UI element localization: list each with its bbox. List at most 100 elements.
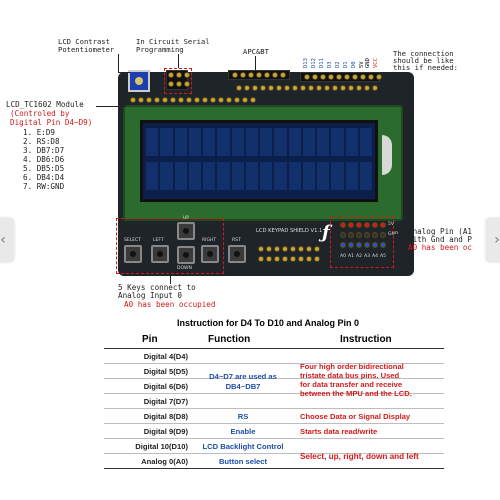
lcd-pin-1: 1. E:D9	[23, 128, 56, 137]
lcd-pin-5: 5. DB5:D5	[23, 164, 65, 173]
connection-note-line3: this if needed:	[393, 63, 458, 72]
top-pin-d1: D1	[343, 61, 349, 68]
lcd-pin-7: 7. RW:GND	[23, 182, 65, 191]
top-pin-vcc: VCC	[373, 58, 379, 68]
pin-d4: Digital 4(D4)	[143, 352, 188, 361]
chevron-right-icon: ›	[494, 232, 500, 248]
top-pin-d0: D0	[351, 61, 357, 68]
top-right-pins	[304, 74, 382, 80]
left-key-label: LEFT	[153, 238, 164, 243]
header-underline	[104, 348, 444, 349]
instruction-enable: Starts data read/write	[300, 427, 378, 436]
contrast-pointer-arrow	[118, 72, 130, 73]
chevron-left-icon: ‹	[0, 232, 6, 248]
icsp-label-line2: Programming	[136, 45, 184, 54]
df-logo: ƒ	[322, 222, 330, 243]
table-bottom-rule	[104, 468, 444, 469]
top-pin-d2: D2	[335, 61, 341, 68]
right-key-label: RIGHT	[202, 238, 217, 243]
pin-d6: Digital 6(D6)	[143, 382, 188, 391]
function-enable: Enable	[230, 427, 256, 436]
reset-key-label: RST	[232, 238, 241, 243]
pin-d5: Digital 5(D5)	[143, 367, 188, 376]
analog-signal-pins	[340, 242, 386, 248]
select-key-label: SELECT	[124, 238, 141, 243]
shield-label: LCD KEYPAD SHIELD V1.1	[256, 228, 323, 234]
lcd-pin-2: 2. RS:D8	[23, 137, 60, 146]
top-pin-gnd: GND	[365, 58, 371, 68]
pin-d8: Digital 8(D8)	[143, 412, 188, 421]
row-divider	[104, 438, 444, 439]
analog-pin-labels: A0 A1 A2 A3 A4 A5	[340, 254, 386, 259]
header-instruction: Instruction	[340, 334, 392, 345]
lcd-bezel-tab	[382, 135, 392, 175]
lcd-controlled-line1: (Controled by	[10, 109, 70, 118]
apc-bt-label: APC&BT	[243, 47, 269, 56]
instruction-bus-line4: between the MPU and the LCD.	[300, 389, 412, 398]
lcd-pin-4: 4. DB6:D6	[23, 155, 65, 164]
function-backlight: LCD Backlight Control	[202, 442, 284, 451]
contrast-pointer-line	[118, 54, 119, 72]
bottom-header-row1	[258, 246, 320, 252]
lcd-pin-header	[130, 97, 256, 103]
instruction-bus-line2: tristate data bus pins. Used	[300, 371, 400, 380]
instruction-bus-line3: for data transfer and receive	[300, 380, 403, 389]
contrast-label-line2: Potentiometer	[58, 45, 115, 54]
bottom-header-row2	[258, 256, 320, 262]
analog-vcc-label: 5V	[388, 222, 394, 227]
analog-pointer-line	[394, 234, 406, 235]
lcd-row-1	[146, 128, 372, 156]
keys-note-line2: Analog Input 0	[118, 291, 183, 300]
function-d4-d7-line1: D4~D7 are used as	[209, 372, 277, 381]
up-key	[177, 222, 195, 240]
digital-pin-header	[236, 85, 378, 91]
row-divider	[104, 423, 444, 424]
instruction-bus-line1: Four high order bidirectional	[300, 362, 404, 371]
analog-label-a5: A5	[380, 254, 386, 259]
analog-label-a4: A4	[372, 254, 378, 259]
top-pin-d11: D11	[319, 58, 325, 68]
up-key-label: UP	[183, 216, 190, 221]
lcd-pin-3: 3. DB7:D7	[23, 146, 65, 155]
lcd-row-2	[146, 162, 372, 190]
header-function: Function	[208, 334, 251, 345]
lcd-module-title: LCD_TC1602 Module	[6, 100, 84, 109]
header-pin: Pin	[142, 334, 158, 345]
reset-key	[228, 245, 246, 263]
lcd-module-pointer-line	[96, 106, 126, 107]
function-rs: RS	[237, 412, 249, 421]
right-key	[201, 245, 219, 263]
analog-label-a2: A2	[356, 254, 362, 259]
icsp-pointer-line	[178, 54, 179, 68]
lcd-pin-6: 6. DB4:D4	[23, 173, 65, 182]
instruction-rs: Choose Data or Signal Display	[300, 412, 411, 421]
select-key	[124, 245, 142, 263]
table-title: Instruction for D4 To D10 and Analog Pin…	[176, 318, 359, 328]
instruction-button: Select, up, right, down and left	[300, 452, 419, 461]
pin-a0: Analog 0(A0)	[141, 457, 188, 466]
analog-gnd-pins	[340, 232, 386, 238]
apc-bt-pointer-line	[255, 56, 256, 70]
lcd-controlled-line2: Digital Pin D4~D9)	[10, 118, 93, 127]
function-d4-d7-line2: DB4~DB7	[225, 382, 261, 391]
keys-occupied-note: A0 has been occupied	[124, 300, 216, 309]
top-pin-d13: D13	[303, 58, 309, 68]
analog-occupied-note: A0 has been oc	[408, 243, 473, 252]
top-pin-d12: D12	[311, 58, 317, 68]
next-arrow-button[interactable]: ›	[486, 218, 500, 262]
top-pin-d3: D3	[327, 61, 333, 68]
analog-vcc-pins	[340, 222, 386, 228]
pin-d7: Digital 7(D7)	[143, 397, 188, 406]
analog-label-a0: A0	[340, 254, 346, 259]
prev-arrow-button[interactable]: ‹	[0, 218, 14, 262]
row-divider	[104, 408, 444, 409]
pin-d10: Digital 10(D10)	[135, 442, 188, 451]
function-button: Button select	[218, 457, 268, 466]
analog-label-a3: A3	[364, 254, 370, 259]
icsp-highlight	[164, 68, 192, 94]
pin-d9: Digital 9(D9)	[143, 427, 188, 436]
apc-bt-pins	[232, 72, 286, 78]
left-key	[151, 245, 169, 263]
analog-label-a1: A1	[348, 254, 354, 259]
contrast-potentiometer	[128, 70, 150, 92]
